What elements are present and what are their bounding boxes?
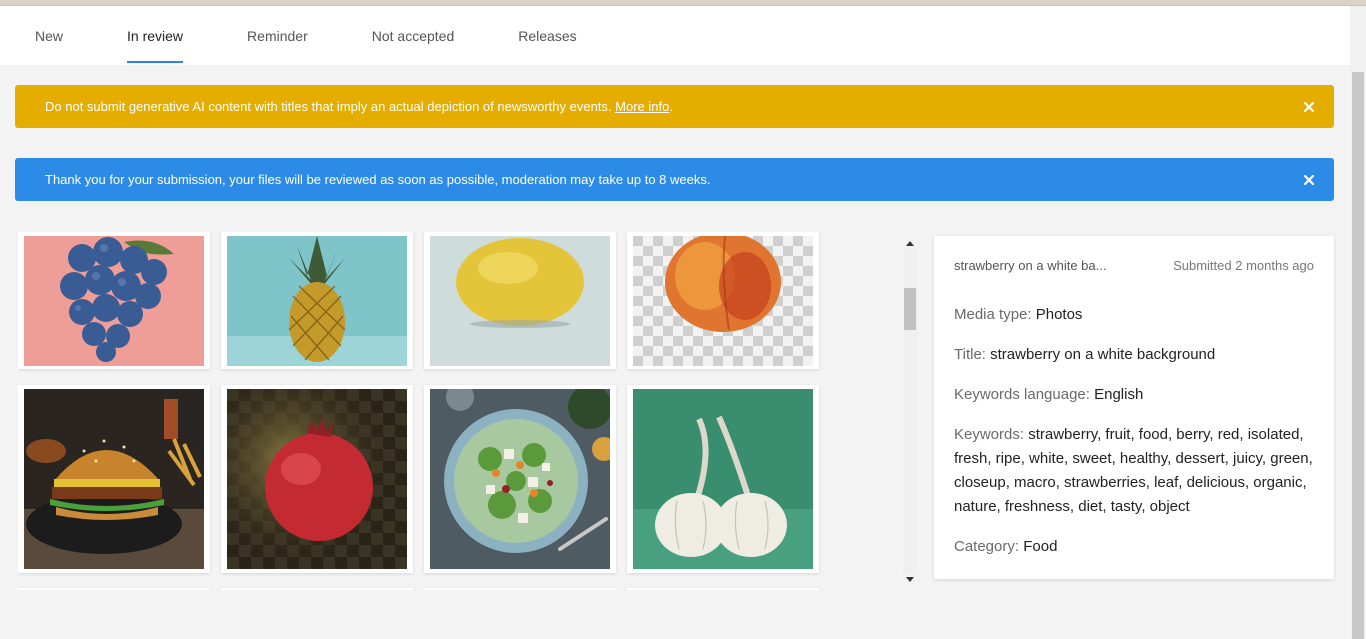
keywords-row: Keywords: strawberry, fruit, food, berry…: [954, 426, 1313, 515]
thumbnail-pomegranate[interactable]: [221, 385, 413, 573]
category-row: Category: Food: [954, 538, 1058, 555]
scroll-down-icon[interactable]: [906, 575, 914, 583]
title-row: Title: strawberry on a white background: [954, 346, 1216, 363]
tab-in-review[interactable]: In review: [127, 6, 184, 65]
status-tabs: New In review Reminder Not accepted Rele…: [0, 6, 1350, 65]
close-icon: [1303, 174, 1315, 185]
thumbnail-burger[interactable]: [18, 385, 210, 573]
scroll-up-icon[interactable]: [906, 240, 914, 248]
pomegranate-image: [227, 389, 407, 569]
peach-image: [633, 236, 813, 366]
detail-header: strawberry on a white ba... Submitted 2 …: [954, 258, 1314, 273]
tab-reminder[interactable]: Reminder: [247, 6, 308, 65]
lemon-image: [430, 236, 610, 366]
ai-content-warning-banner: Do not submit generative AI content with…: [15, 85, 1334, 128]
blueberry-image: [24, 236, 204, 366]
close-icon: [1303, 101, 1315, 112]
page-scroll-thumb[interactable]: [1352, 72, 1364, 639]
category-value: Food: [1023, 538, 1058, 555]
close-info-button[interactable]: [1302, 173, 1316, 187]
submitted-date: Submitted 2 months ago: [1173, 258, 1314, 273]
burger-image: [24, 389, 204, 569]
thumbnail-garlic[interactable]: [627, 385, 819, 573]
scroll-thumb[interactable]: [904, 288, 916, 330]
title-value: strawberry on a white background: [990, 346, 1216, 363]
tab-releases[interactable]: Releases: [518, 6, 576, 65]
tab-not-accepted[interactable]: Not accepted: [372, 6, 455, 65]
grid-scrollbar[interactable]: [903, 236, 917, 586]
media-type-value: Photos: [1035, 306, 1083, 323]
info-text: Thank you for your submission, your file…: [45, 172, 711, 187]
pineapple-image: [227, 236, 407, 366]
garlic-image: [633, 389, 813, 569]
tab-new[interactable]: New: [35, 6, 63, 65]
thumbnail-pineapple[interactable]: [221, 232, 413, 369]
thumbnail-row3-1[interactable]: [18, 588, 210, 590]
file-detail-panel: strawberry on a white ba... Submitted 2 …: [934, 236, 1334, 579]
thumbnail-lemon[interactable]: [424, 232, 616, 369]
close-warning-button[interactable]: [1302, 100, 1316, 114]
file-name: strawberry on a white ba...: [954, 258, 1107, 273]
more-info-link[interactable]: More info: [615, 99, 669, 114]
keywords-language-row: Keywords language: English: [954, 386, 1144, 403]
thumbnail-salad[interactable]: [424, 385, 616, 573]
thumbnail-grid: [18, 232, 898, 590]
keywords-language-value: English: [1094, 386, 1144, 403]
thumbnail-row3-2[interactable]: [221, 588, 413, 590]
thumbnail-row3-4[interactable]: [627, 588, 819, 590]
warning-text: Do not submit generative AI content with…: [45, 99, 673, 114]
media-type-row: Media type: Photos: [954, 306, 1083, 323]
submission-info-banner: Thank you for your submission, your file…: [15, 158, 1334, 201]
thumbnail-blueberry[interactable]: [18, 232, 210, 369]
page-scrollbar[interactable]: [1350, 6, 1366, 639]
thumbnail-peach[interactable]: [627, 232, 819, 369]
salad-image: [430, 389, 610, 569]
thumbnail-row3-3[interactable]: [424, 588, 616, 590]
